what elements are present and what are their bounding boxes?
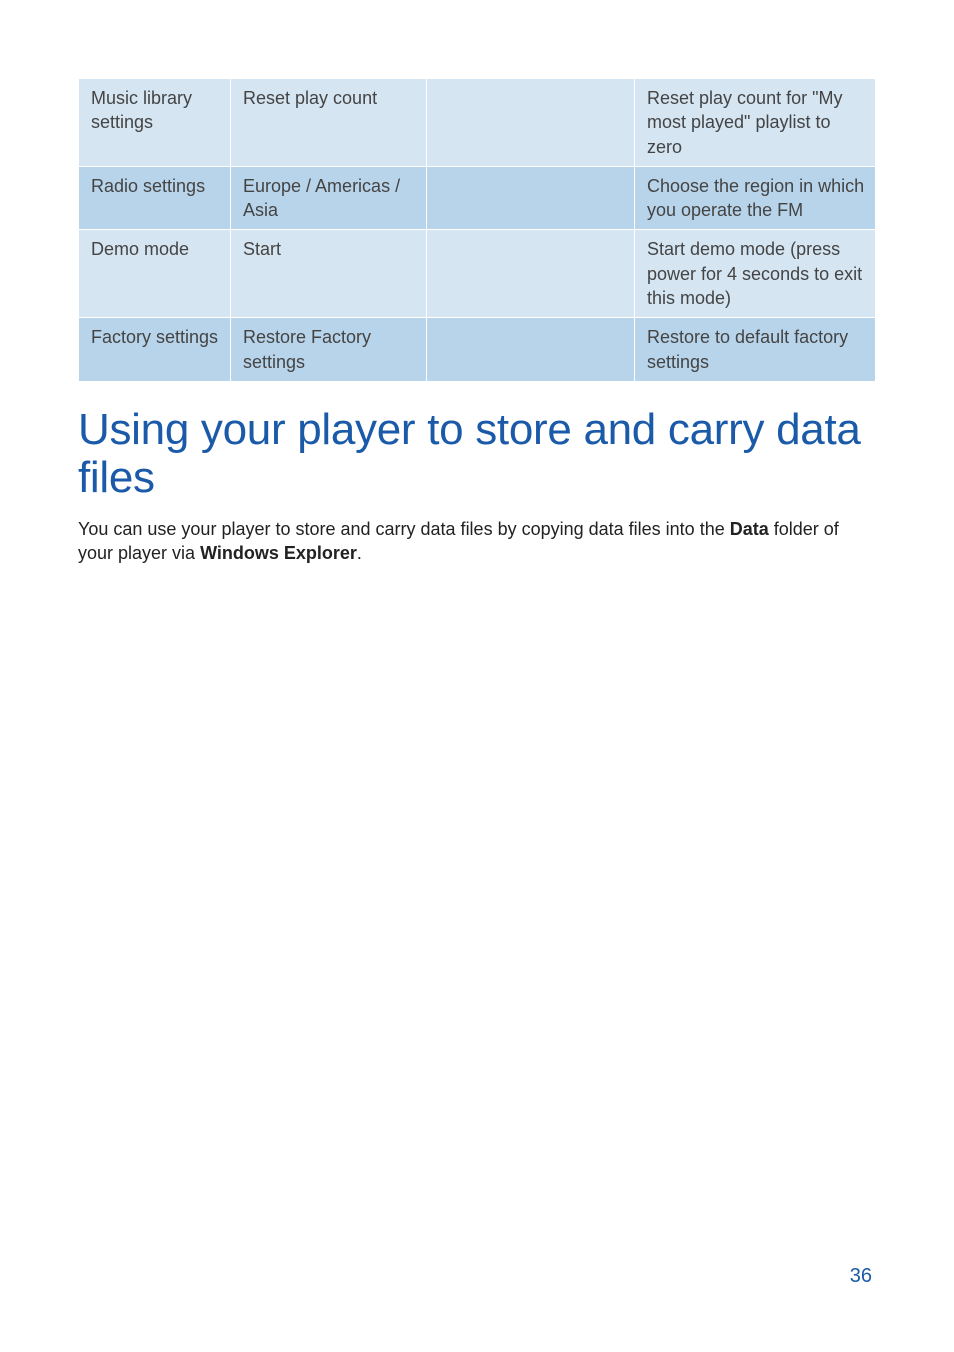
settings-cell: Music library settings [79,79,231,167]
settings-cell: Start [231,230,427,318]
settings-cell [427,318,635,382]
settings-cell: Reset play count for "My most played" pl… [635,79,876,167]
settings-cell: Choose the region in which you operate t… [635,166,876,230]
table-row: Factory settings Restore Factory setting… [79,318,876,382]
settings-cell: Radio settings [79,166,231,230]
body-paragraph: You can use your player to store and car… [78,517,876,566]
table-row: Radio settings Europe / Americas / Asia … [79,166,876,230]
settings-cell: Demo mode [79,230,231,318]
table-row: Demo mode Start Start demo mode (press p… [79,230,876,318]
table-row: Music library settings Reset play count … [79,79,876,167]
settings-cell: Restore to default factory settings [635,318,876,382]
settings-cell: Factory settings [79,318,231,382]
paragraph-bold: Data [730,519,769,539]
settings-cell: Reset play count [231,79,427,167]
paragraph-text: . [357,543,362,563]
page-number: 36 [850,1265,872,1288]
section-heading: Using your player to store and carry dat… [78,406,876,503]
paragraph-text: You can use your player to store and car… [78,519,730,539]
settings-cell: Restore Factory settings [231,318,427,382]
paragraph-bold: Windows Explorer [200,543,357,563]
settings-cell [427,230,635,318]
settings-cell [427,166,635,230]
settings-table: Music library settings Reset play count … [78,78,876,382]
settings-cell: Start demo mode (press power for 4 secon… [635,230,876,318]
settings-cell: Europe / Americas / Asia [231,166,427,230]
settings-cell [427,79,635,167]
